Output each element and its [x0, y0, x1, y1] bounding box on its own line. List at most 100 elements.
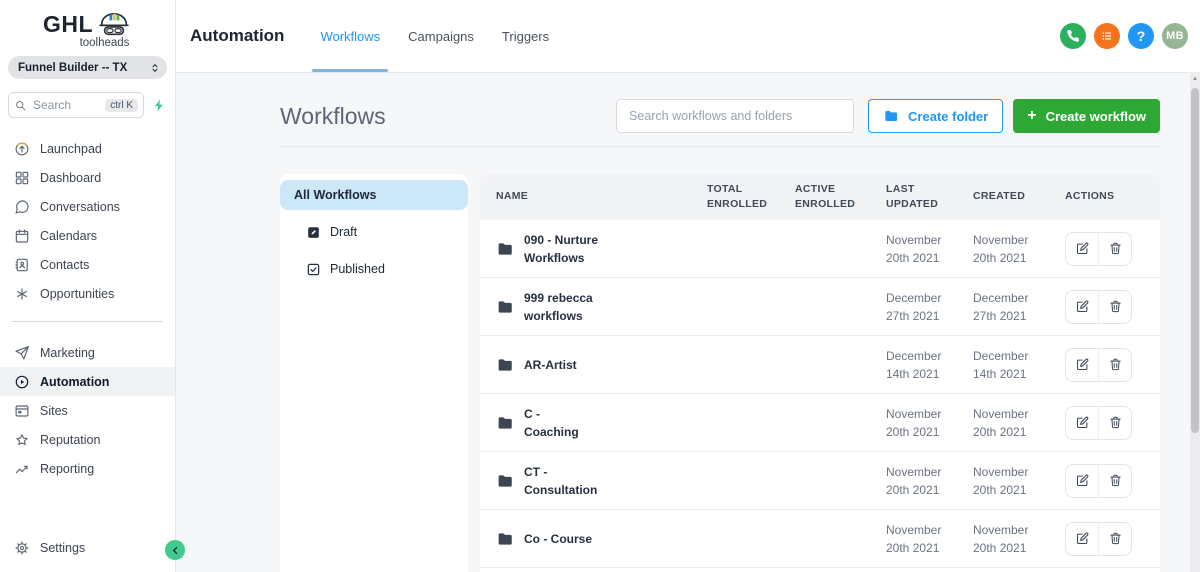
cell-actions: [1065, 406, 1160, 440]
folder-icon: [496, 530, 514, 548]
workflow-folder-name[interactable]: 090 - Nurture Workflows: [524, 231, 598, 267]
table-body: 090 - Nurture Workflows November 20th 202…: [480, 220, 1160, 568]
sidebar-item-reputation[interactable]: Reputation: [0, 425, 175, 454]
vertical-scrollbar[interactable]: ▲: [1190, 72, 1200, 572]
brand-logo: GHL toolheads: [0, 0, 175, 49]
avatar[interactable]: MB: [1162, 23, 1188, 49]
cell-actions: [1065, 232, 1160, 266]
sidebar-item-launchpad[interactable]: Launchpad: [0, 134, 175, 163]
filter-published[interactable]: Published: [280, 254, 468, 284]
delete-button[interactable]: [1099, 348, 1131, 382]
table-row[interactable]: 090 - Nurture Workflows November 20th 202…: [480, 220, 1160, 278]
workflow-folder-name[interactable]: Co - Course: [524, 530, 592, 548]
quick-actions-bolt-icon[interactable]: [152, 98, 167, 113]
column-header-last-updated: Last Updated: [886, 182, 946, 212]
edit-icon: [1075, 299, 1090, 314]
trash-icon: [1108, 415, 1123, 430]
brand-subtitle: toolheads: [0, 37, 175, 49]
workflow-folder-name[interactable]: 999 rebecca workflows: [524, 289, 593, 325]
keyboard-shortcut-badge: ctrl K: [105, 99, 138, 112]
help-button[interactable]: ?: [1128, 23, 1154, 49]
create-workflow-button[interactable]: + Create workflow: [1013, 99, 1160, 133]
sidebar-item-sites[interactable]: Sites: [0, 396, 175, 425]
filter-all-workflows[interactable]: All Workflows: [280, 180, 468, 210]
edit-button[interactable]: [1066, 406, 1098, 440]
tab-campaigns[interactable]: Campaigns: [408, 0, 474, 72]
panels: All Workflows Draft Published NameTotal En…: [280, 174, 1160, 572]
nav-label: Reputation: [40, 433, 100, 447]
workflow-search-input[interactable]: [616, 99, 854, 133]
chevron-up-down-icon: [149, 62, 161, 74]
table-row[interactable]: 999 rebecca workflowsDecember 27th 2021D…: [480, 278, 1160, 336]
scrollbar-thumb[interactable]: [1191, 88, 1199, 433]
nav-label: Launchpad: [40, 142, 102, 156]
tasks-button[interactable]: [1094, 23, 1120, 49]
sidebar-nav-secondary: MarketingAutomationSites Reputation Report…: [0, 338, 175, 483]
filter-draft[interactable]: Draft: [280, 217, 468, 247]
trash-icon: [1108, 357, 1123, 372]
column-header-name: Name: [496, 189, 707, 204]
published-icon: [306, 262, 321, 277]
nav-label: Dashboard: [40, 171, 101, 185]
workflow-folder-name[interactable]: AR-Artist: [524, 356, 577, 374]
cell-last-updated: November 20th 2021: [886, 231, 973, 267]
workflow-folder-name[interactable]: C - Coaching: [524, 405, 579, 441]
dashboard-icon: [14, 170, 30, 186]
column-header-created: Created: [973, 189, 1065, 204]
sidebar-nav-primary: Launchpad Dashboard Conversations Calendars…: [0, 134, 175, 308]
delete-button[interactable]: [1099, 522, 1131, 556]
workflow-folder-name[interactable]: CT - Consultation: [524, 463, 597, 499]
search-icon: [14, 99, 27, 112]
sidebar-item-dashboard[interactable]: Dashboard: [0, 163, 175, 192]
sidebar-item-conversations[interactable]: Conversations: [0, 192, 175, 221]
delete-button[interactable]: [1099, 406, 1131, 440]
scrollbar-up-arrow[interactable]: ▲: [1190, 72, 1200, 85]
top-bar-actions: ? MB: [1060, 23, 1188, 49]
marketing-icon: [14, 345, 30, 361]
table-row[interactable]: CT - ConsultationNovember 20th 2021Novem…: [480, 452, 1160, 510]
create-folder-button[interactable]: Create folder: [868, 99, 1003, 133]
create-workflow-label: Create workflow: [1046, 109, 1146, 124]
location-switcher[interactable]: Funnel Builder -- TX: [8, 56, 167, 79]
brand-name: GHL: [43, 13, 93, 36]
create-folder-label: Create folder: [908, 109, 988, 124]
cell-last-updated: November 20th 2021: [886, 405, 973, 441]
sidebar-item-settings[interactable]: Settings: [0, 536, 175, 560]
cell-actions: [1065, 522, 1160, 556]
sidebar-item-marketing[interactable]: Marketing: [0, 338, 175, 367]
edit-button[interactable]: [1066, 522, 1098, 556]
sidebar-item-opportunities[interactable]: Opportunities: [0, 279, 175, 308]
sidebar-item-calendars[interactable]: Calendars: [0, 221, 175, 250]
cell-last-updated: November 20th 2021: [886, 521, 973, 557]
nav-label: Conversations: [40, 200, 120, 214]
sidebar-item-contacts[interactable]: Contacts: [0, 250, 175, 279]
sidebar-item-reporting[interactable]: Reporting: [0, 454, 175, 483]
column-header-total-enrolled: Total Enrolled: [707, 182, 767, 212]
phone-button[interactable]: [1060, 23, 1086, 49]
nav-label: Reporting: [40, 462, 94, 476]
table-row[interactable]: C - Coaching November 20th 2021November 2…: [480, 394, 1160, 452]
tab-workflows[interactable]: Workflows: [320, 0, 380, 72]
tab-triggers[interactable]: Triggers: [502, 0, 549, 72]
workflows-table: NameTotal EnrolledActive EnrolledLast Up…: [480, 174, 1160, 572]
table-row[interactable]: AR-ArtistDecember 14th 2021December 14th…: [480, 336, 1160, 394]
delete-button[interactable]: [1099, 290, 1131, 324]
folder-icon: [496, 472, 514, 490]
sidebar-search[interactable]: Search ctrl K: [8, 92, 144, 118]
cell-actions: [1065, 290, 1160, 324]
edit-button[interactable]: [1066, 290, 1098, 324]
edit-icon: [1075, 357, 1090, 372]
edit-button[interactable]: [1066, 464, 1098, 498]
edit-button[interactable]: [1066, 232, 1098, 266]
delete-button[interactable]: [1099, 464, 1131, 498]
edit-button[interactable]: [1066, 348, 1098, 382]
phone-icon: [1066, 29, 1080, 43]
table-row[interactable]: Co - CourseNovember 20th 2021November 20…: [480, 510, 1160, 568]
delete-button[interactable]: [1099, 232, 1131, 266]
sidebar-collapse-button[interactable]: [165, 540, 185, 560]
cell-created: November 20th 2021: [973, 405, 1065, 441]
sidebar-item-automation[interactable]: Automation: [0, 367, 175, 396]
cell-last-updated: November 20th 2021: [886, 463, 973, 499]
nav-label: Opportunities: [40, 287, 114, 301]
sites-icon: [14, 403, 30, 419]
